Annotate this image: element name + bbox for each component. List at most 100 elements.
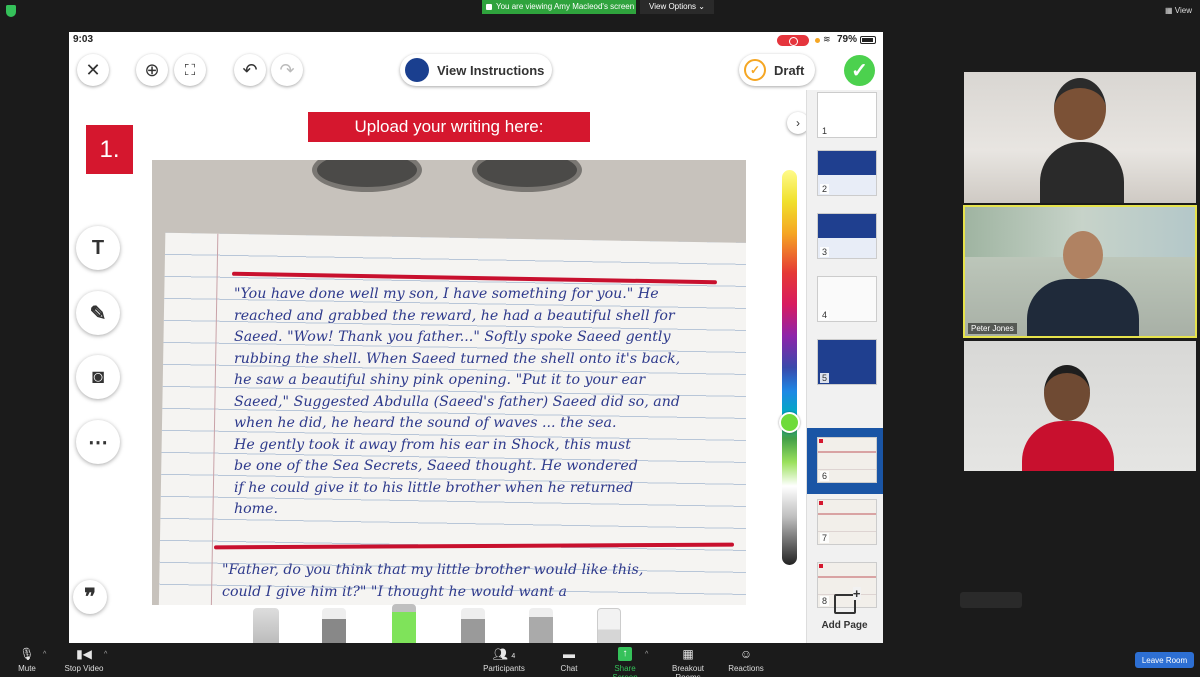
reactions-button[interactable]: ☺ Reactions (728, 647, 764, 673)
undo-icon: ↶ (242, 59, 258, 80)
bowl-object (312, 160, 422, 192)
upload-instruction-banner: Upload your writing here: (308, 112, 590, 142)
participants-button[interactable]: 👥︎ 4 Participants (480, 647, 528, 673)
handwriting-line: if he could give it to his little brothe… (234, 479, 634, 496)
battery-percent: 79% (837, 34, 858, 45)
fullscreen-button[interactable]: ⛶ (174, 54, 206, 86)
slide-thumbnail[interactable]: 1 (817, 92, 877, 138)
blurred-element (960, 592, 1022, 608)
screen-record-icon (777, 35, 809, 46)
leave-room-button[interactable]: Leave Room (1135, 652, 1194, 668)
handwritten-paragraph: "You have done well my son, I have somet… (234, 284, 746, 521)
checkmark-icon: ✓ (851, 60, 868, 82)
slide-thumbnail[interactable]: 2 (817, 150, 877, 196)
participant-video[interactable] (964, 341, 1196, 471)
share-screen-button[interactable]: ↑ Share Screen (601, 647, 649, 677)
breakout-rooms-button[interactable]: ▦ Breakout Rooms (659, 647, 717, 677)
mute-label: Mute (18, 664, 36, 673)
tablet-status-bar: 9:03 ≋ 79% (69, 32, 883, 48)
color-picker-handle[interactable] (779, 412, 800, 433)
draft-label: Draft (774, 62, 805, 78)
mic-indicator-icon (815, 38, 820, 43)
hand-tool-icon[interactable] (253, 608, 279, 643)
draft-check-icon: ✓ (744, 59, 766, 81)
draft-button[interactable]: ✓ Draft (739, 54, 815, 86)
green-marker-tool-icon[interactable] (392, 604, 416, 643)
slide-thumbnail[interactable]: 6 (817, 437, 877, 483)
participants-count: 4 (511, 653, 516, 660)
handwriting-line: Saeed," Suggested Abdulla (Saeed's fathe… (234, 393, 680, 410)
slide-thumbnail[interactable]: 7 (817, 499, 877, 545)
spray-tool-icon[interactable] (529, 608, 553, 643)
participant-body (1027, 279, 1139, 336)
participant-name: Peter Jones (968, 323, 1017, 334)
chevron-up-icon[interactable]: ^ (645, 651, 648, 658)
handwriting-line: be one of the Sea Secrets, Saeed thought… (234, 458, 638, 474)
view-button[interactable]: View (1165, 6, 1192, 15)
wifi-icon: ≋ (823, 34, 831, 44)
fullscreen-icon: ⛶ (184, 61, 196, 79)
participant-video-active-speaker[interactable]: Peter Jones (963, 205, 1197, 338)
redo-icon: ↷ (279, 59, 295, 80)
participant-head (1063, 231, 1103, 279)
handwriting-line: "Father, do you think that my little bro… (222, 562, 644, 578)
camera-icon: ◙ (91, 365, 105, 388)
zoom-in-icon: ⊕ (144, 59, 160, 80)
status-time: 9:03 (73, 34, 94, 45)
slide-thumbnail[interactable]: 3 (817, 213, 877, 259)
handwritten-paragraph-2: "Father, do you think that my little bro… (222, 560, 746, 603)
chat-button[interactable]: ▬ Chat (556, 647, 582, 673)
more-tools-button[interactable]: ⋯ (76, 420, 120, 464)
microphone-icon: ✎ (89, 302, 107, 325)
slides-panel: 1 2 3 4 5 6 7 8 (806, 90, 883, 643)
zoom-top-bar: You are viewing Amy Macleod's screen Vie… (0, 0, 1200, 22)
stop-video-button[interactable]: ▮◀ Stop Video (62, 647, 106, 673)
undo-button[interactable]: ↶ (234, 54, 266, 86)
pencil-tool-icon[interactable] (322, 608, 346, 643)
reactions-label: Reactions (728, 664, 764, 673)
chevron-up-icon[interactable]: ^ (104, 651, 107, 658)
slide-thumbnail[interactable]: 4 (817, 276, 877, 322)
view-instructions-button[interactable]: View Instructions (400, 54, 552, 86)
close-button[interactable]: ✕ (77, 54, 109, 86)
participants-icon: 👥︎ 4 (492, 647, 516, 661)
camera-tool-button[interactable]: ◙ (76, 355, 120, 399)
slide-number: 1 (820, 126, 830, 136)
text-icon: T (91, 236, 105, 259)
mute-button[interactable]: 🎙︎ Mute (14, 647, 40, 673)
microphone-icon: 🎙︎ (19, 647, 35, 661)
chevron-right-icon: › (796, 116, 800, 130)
handwriting-line: rubbing the shell. When Saeed turned the… (234, 350, 681, 367)
handwriting-line: home. (234, 501, 279, 517)
pen-tool-button[interactable]: ✎ (76, 291, 120, 335)
color-picker-slider[interactable] (782, 170, 797, 565)
uploaded-writing-photo[interactable]: "You have done well my son, I have somet… (152, 160, 746, 605)
view-options-button[interactable]: View Options ⌄ (640, 0, 714, 14)
participant-head (1044, 365, 1090, 421)
redo-button[interactable]: ↷ (271, 54, 303, 86)
view-instructions-label: View Instructions (437, 62, 545, 78)
submit-button[interactable]: ✓ (844, 55, 875, 86)
more-icon: ⋯ (88, 431, 108, 454)
shield-icon[interactable] (6, 5, 16, 17)
slide-number: 3 (820, 247, 830, 257)
marker-tool-icon[interactable] (461, 608, 485, 643)
zoom-in-button[interactable]: ⊕ (136, 54, 168, 86)
add-page-label: Add Page (821, 620, 868, 631)
handwriting-line: Saeed. "Wow! Thank you father..." Softly… (234, 329, 671, 345)
add-page-button[interactable]: Add Page (806, 587, 883, 643)
quote-button[interactable]: ❞ (73, 580, 107, 614)
eraser-tool-icon[interactable] (597, 608, 621, 643)
participant-video[interactable] (964, 72, 1196, 203)
slide-thumbnail[interactable]: 5 (817, 339, 877, 385)
chevron-up-icon[interactable]: ^ (43, 651, 46, 658)
chat-label: Chat (560, 664, 578, 673)
share-screen-label: Share Screen (612, 664, 637, 677)
participant-head (1054, 78, 1106, 140)
stop-video-label: Stop Video (64, 664, 104, 673)
smiley-icon: ☺ (739, 647, 753, 661)
bowl-object (472, 160, 582, 192)
shared-screen: 9:03 ≋ 79% ✕ ⊕ ⛶ ↶ ↷ View Instructions ✓… (69, 32, 883, 643)
chat-icon: ▬ (563, 647, 575, 661)
text-tool-button[interactable]: T (76, 226, 120, 270)
